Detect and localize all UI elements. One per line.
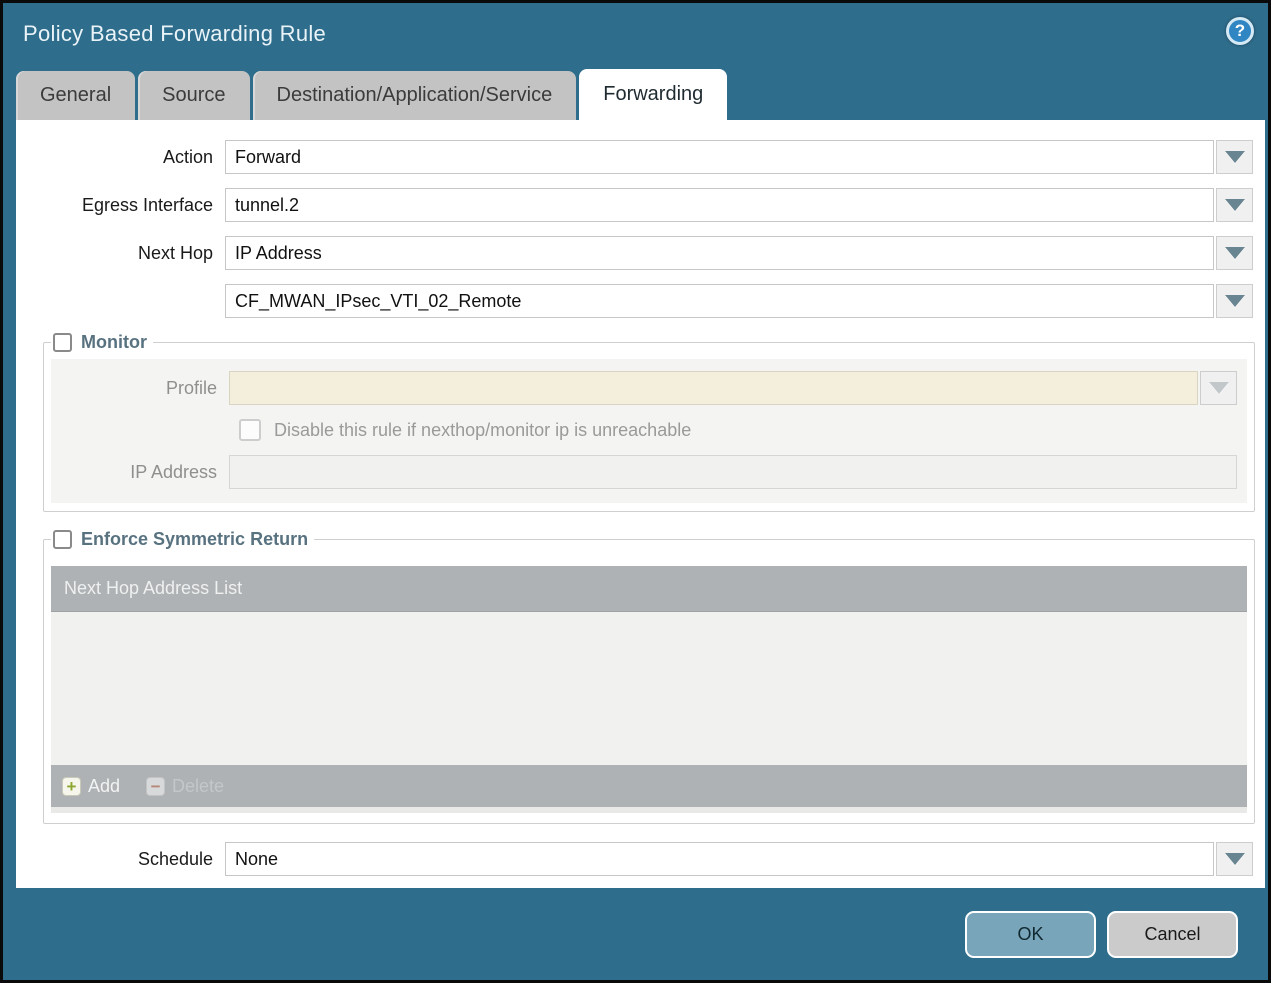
next-hop-label: Next Hop: [16, 236, 225, 270]
minus-icon: −: [146, 777, 165, 796]
monitor-ip-row: IP Address: [51, 455, 1242, 489]
action-row: Action: [16, 140, 1253, 174]
chevron-down-icon: [1225, 199, 1245, 211]
next-hop-address-table: Next Hop Address List + Add − Delete: [51, 566, 1247, 813]
ok-button[interactable]: OK: [965, 911, 1096, 958]
egress-interface-label: Egress Interface: [16, 188, 225, 222]
monitor-fieldset: Monitor Profile Disable this rule if nex…: [43, 332, 1255, 512]
chevron-down-icon: [1225, 295, 1245, 307]
tab-forwarding[interactable]: Forwarding: [579, 69, 727, 120]
monitor-ip-label: IP Address: [51, 455, 229, 489]
tab-general[interactable]: General: [16, 71, 135, 120]
plus-icon: +: [62, 777, 81, 796]
chevron-down-icon: [1225, 247, 1245, 259]
egress-interface-dropdown-button[interactable]: [1216, 188, 1253, 222]
next-hop-address-dropdown-button[interactable]: [1216, 284, 1253, 318]
next-hop-address-row: [16, 284, 1253, 318]
table-bottom-strip: [51, 807, 1247, 813]
monitor-legend: Monitor: [51, 332, 153, 353]
next-hop-type-dropdown-button[interactable]: [1216, 236, 1253, 270]
delete-button: − Delete: [146, 776, 224, 797]
chevron-down-icon: [1225, 151, 1245, 163]
add-button-label: Add: [88, 776, 120, 797]
schedule-input[interactable]: [225, 842, 1214, 876]
monitor-checkbox[interactable]: [53, 333, 72, 352]
disable-rule-row: Disable this rule if nexthop/monitor ip …: [239, 418, 1247, 442]
table-footer: + Add − Delete: [51, 765, 1247, 807]
egress-interface-input[interactable]: [225, 188, 1214, 222]
action-input[interactable]: [225, 140, 1214, 174]
table-body-empty[interactable]: [51, 612, 1247, 765]
schedule-row: Schedule: [16, 842, 1253, 876]
next-hop-row: Next Hop: [16, 236, 1253, 270]
next-hop-address-label-spacer: [16, 284, 225, 318]
profile-input: [229, 371, 1198, 405]
profile-row: Profile: [51, 371, 1242, 405]
symmetric-return-checkbox[interactable]: [53, 530, 72, 549]
dialog-title: Policy Based Forwarding Rule: [23, 21, 326, 47]
add-button[interactable]: + Add: [62, 776, 120, 797]
tab-destination-application-service[interactable]: Destination/Application/Service: [253, 71, 577, 120]
next-hop-address-input[interactable]: [225, 284, 1214, 318]
symmetric-return-legend: Enforce Symmetric Return: [51, 529, 314, 550]
cancel-button[interactable]: Cancel: [1107, 911, 1238, 958]
forwarding-tab-panel: Action Egress Interface Next Hop: [16, 120, 1265, 888]
chevron-down-icon: [1225, 853, 1245, 865]
schedule-dropdown-button[interactable]: [1216, 842, 1253, 876]
next-hop-type-input[interactable]: [225, 236, 1214, 270]
action-dropdown-button[interactable]: [1216, 140, 1253, 174]
schedule-label: Schedule: [16, 842, 225, 876]
pbf-rule-dialog: Policy Based Forwarding Rule ? General S…: [0, 0, 1271, 983]
delete-button-label: Delete: [172, 776, 224, 797]
help-icon[interactable]: ?: [1226, 17, 1254, 45]
symmetric-return-fieldset: Enforce Symmetric Return Next Hop Addres…: [43, 529, 1255, 824]
profile-label: Profile: [51, 371, 229, 405]
table-header: Next Hop Address List: [51, 566, 1247, 612]
tab-bar: General Source Destination/Application/S…: [16, 70, 727, 120]
monitor-legend-label: Monitor: [81, 332, 147, 353]
symmetric-return-legend-label: Enforce Symmetric Return: [81, 529, 308, 550]
egress-interface-row: Egress Interface: [16, 188, 1253, 222]
monitor-inner: Profile Disable this rule if nexthop/mon…: [51, 359, 1247, 503]
profile-dropdown-button: [1200, 371, 1237, 405]
action-label: Action: [16, 140, 225, 174]
tab-source[interactable]: Source: [138, 71, 249, 120]
chevron-down-icon: [1209, 382, 1229, 394]
disable-rule-checkbox: [239, 419, 261, 441]
disable-rule-label: Disable this rule if nexthop/monitor ip …: [274, 420, 691, 441]
monitor-ip-input: [229, 455, 1237, 489]
